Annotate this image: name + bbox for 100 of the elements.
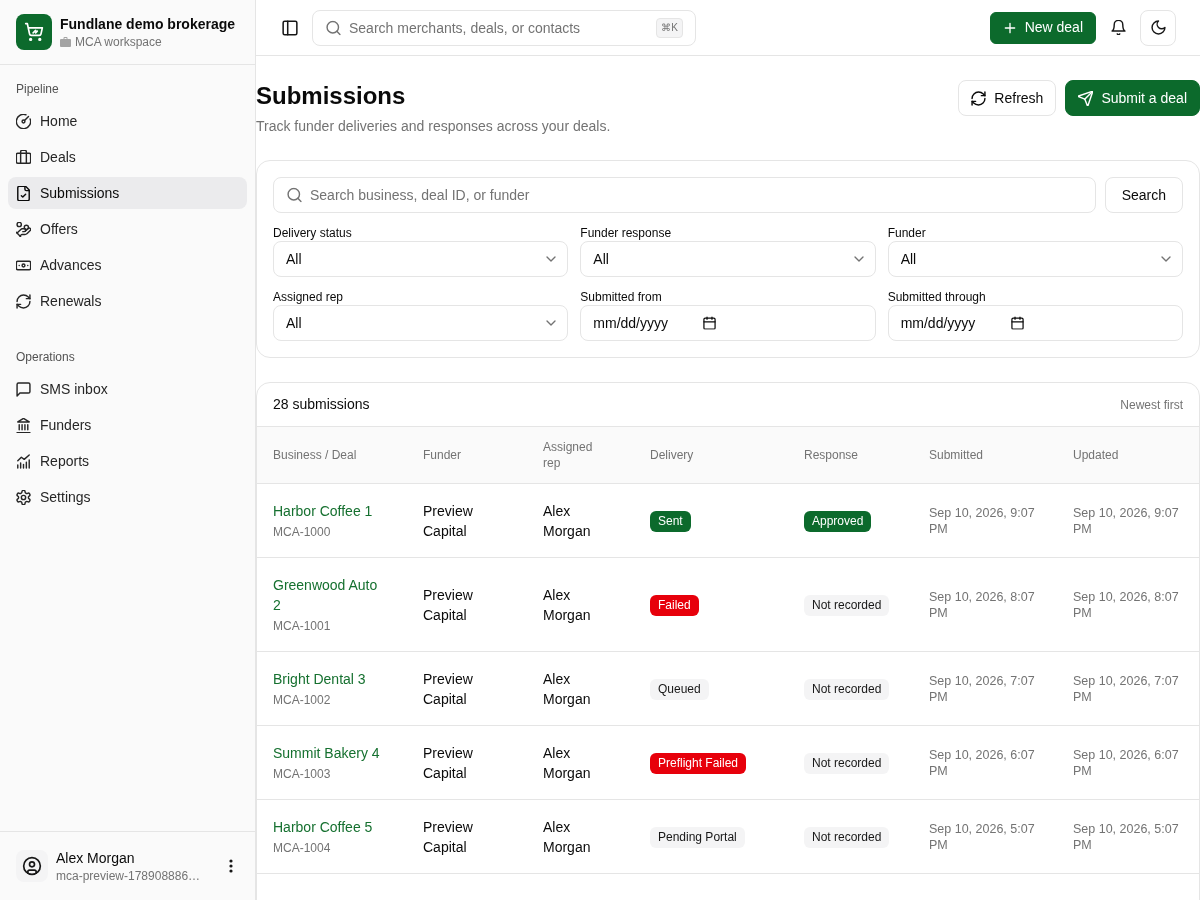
user-name: Alex Morgan <box>56 849 136 868</box>
delivery-status-badge: Failed <box>650 595 699 616</box>
gauge-icon <box>16 113 31 129</box>
new-deal-button[interactable]: New deal <box>989 11 1096 44</box>
briefcase-icon <box>16 149 31 165</box>
sidebar-item[interactable]: Home <box>8 105 247 137</box>
sidebar-item[interactable]: Settings <box>8 481 247 513</box>
refresh-icon <box>16 293 31 309</box>
rep-name: Alex Morgan <box>527 725 634 800</box>
sidebar-item[interactable]: Funders <box>8 409 247 441</box>
funder-name: Preview Capital <box>407 799 527 874</box>
updated-time: Sep 10, 2026, 7:07 PM <box>1057 651 1199 726</box>
funder-name: Preview Capital <box>407 725 527 800</box>
rep-name: Alex Morgan <box>527 799 634 874</box>
refresh-button[interactable]: Refresh <box>958 80 1057 116</box>
column-header: Delivery <box>634 427 788 484</box>
workspace-name: MCA workspace <box>75 34 162 50</box>
column-header: Response <box>788 427 913 484</box>
sidebar-item[interactable]: Renewals <box>8 285 247 317</box>
account-id: mca-preview-178908886… <box>56 868 202 884</box>
deal-id: MCA-1001 <box>273 618 332 635</box>
column-header: Business / Deal <box>257 427 407 484</box>
funder-name: Preview Capital <box>407 483 527 558</box>
sidebar-item[interactable]: Submissions <box>8 177 247 209</box>
response-status-badge: Not recorded <box>804 753 890 774</box>
column-header: Assigned rep <box>527 427 634 484</box>
sidebar-item[interactable]: Reports <box>8 445 247 477</box>
funder-name: Preview Capital <box>407 557 527 652</box>
submitted-time: Sep 10, 2026, 5:07 PM <box>913 799 1057 874</box>
sidebar-item[interactable]: Deals <box>8 141 247 173</box>
submitted-time: Sep 10, 2026, 7:07 PM <box>913 651 1057 726</box>
send-icon <box>1078 90 1094 106</box>
settings-icon <box>16 489 31 505</box>
plus-icon <box>1002 20 1017 35</box>
deal-id: MCA-1002 <box>273 692 332 709</box>
refresh-icon <box>971 90 987 106</box>
calendar-icon <box>703 316 717 330</box>
rep-name: Alex Morgan <box>527 483 634 558</box>
updated-time: Sep 10, 2026, 9:07 PM <box>1057 483 1199 558</box>
search-icon <box>287 187 302 203</box>
delivery-status-badge: Pending Portal <box>650 827 745 848</box>
field-label: Submitted from <box>580 289 663 305</box>
shortcut-key: ⌘K <box>656 17 683 38</box>
search-icon <box>326 20 341 35</box>
hand-coins-icon <box>16 221 31 237</box>
business-link[interactable]: Bright Dental 3 <box>273 669 386 689</box>
field-label: Assigned rep <box>273 289 345 305</box>
bell-icon <box>1110 20 1126 35</box>
response-status-badge: Not recorded <box>804 827 890 848</box>
sidebar-item[interactable]: Advances <box>8 249 247 281</box>
search-button[interactable]: Search <box>1104 177 1183 213</box>
brand-name: Fundlane demo brokerage <box>60 15 236 34</box>
file-check-icon <box>16 185 31 201</box>
sort-order: Newest first <box>1120 396 1183 414</box>
filter-select[interactable]: All <box>273 305 569 341</box>
chat-icon <box>16 381 31 397</box>
nav-section-label: Pipeline <box>15 81 60 97</box>
column-header: Funder <box>407 427 527 484</box>
page-title: Submissions <box>256 81 407 111</box>
business-link[interactable]: Harbor Coffee 1 <box>273 501 386 521</box>
rep-name: Alex Morgan <box>527 651 634 726</box>
rep-name: Alex Morgan <box>527 557 634 652</box>
submit-deal-button[interactable]: Submit a deal <box>1065 80 1200 116</box>
sidebar-item[interactable]: Offers <box>8 213 247 245</box>
business-link[interactable]: Harbor Coffee 5 <box>273 817 386 837</box>
field-label: Funder response <box>580 225 673 241</box>
funder-name: Preview Capital <box>407 651 527 726</box>
calendar-icon <box>1010 316 1024 330</box>
filter-select[interactable]: All <box>273 241 569 277</box>
date-field[interactable]: mm/dd/yyyy <box>887 305 1183 341</box>
business-link[interactable]: Summit Bakery 4 <box>273 743 386 763</box>
date-field[interactable]: mm/dd/yyyy <box>580 305 876 341</box>
briefcase-icon <box>60 37 71 47</box>
nav-section-label: Operations <box>15 349 76 365</box>
field-label: Funder <box>887 225 927 241</box>
deal-id: MCA-1003 <box>273 766 332 783</box>
updated-time: Sep 10, 2026, 6:07 PM <box>1057 725 1199 800</box>
sidebar-item[interactable]: SMS inbox <box>8 373 247 405</box>
field-label: Submitted through <box>887 289 987 305</box>
delivery-status-badge: Queued <box>650 679 709 700</box>
page-subtitle: Track funder deliveries and responses across your deals. <box>256 117 611 136</box>
deal-id: MCA-1000 <box>273 524 332 541</box>
sidebar-toggle-icon <box>282 19 298 36</box>
updated-time: Sep 10, 2026, 5:07 PM <box>1057 799 1199 874</box>
filter-select[interactable]: All <box>580 241 876 277</box>
bank-icon <box>16 417 31 433</box>
result-count: 28 submissions <box>273 395 370 414</box>
search-field[interactable]: Search business, deal ID, or funder <box>273 177 1096 213</box>
response-status-badge: Not recorded <box>804 595 890 616</box>
theme-toggle-button[interactable] <box>1140 9 1176 46</box>
field-label: Delivery status <box>273 225 353 241</box>
filter-select[interactable]: All <box>887 241 1183 277</box>
user-avatar-icon <box>16 850 48 882</box>
kebab-icon <box>229 859 233 873</box>
chart-icon <box>16 453 31 469</box>
submitted-time: Sep 10, 2026, 6:07 PM <box>913 725 1057 800</box>
business-link[interactable]: Greenwood Auto 2 <box>273 575 386 615</box>
column-header: Submitted <box>913 427 1057 484</box>
moon-icon <box>1150 20 1166 35</box>
submitted-time: Sep 10, 2026, 8:07 PM <box>913 557 1057 652</box>
